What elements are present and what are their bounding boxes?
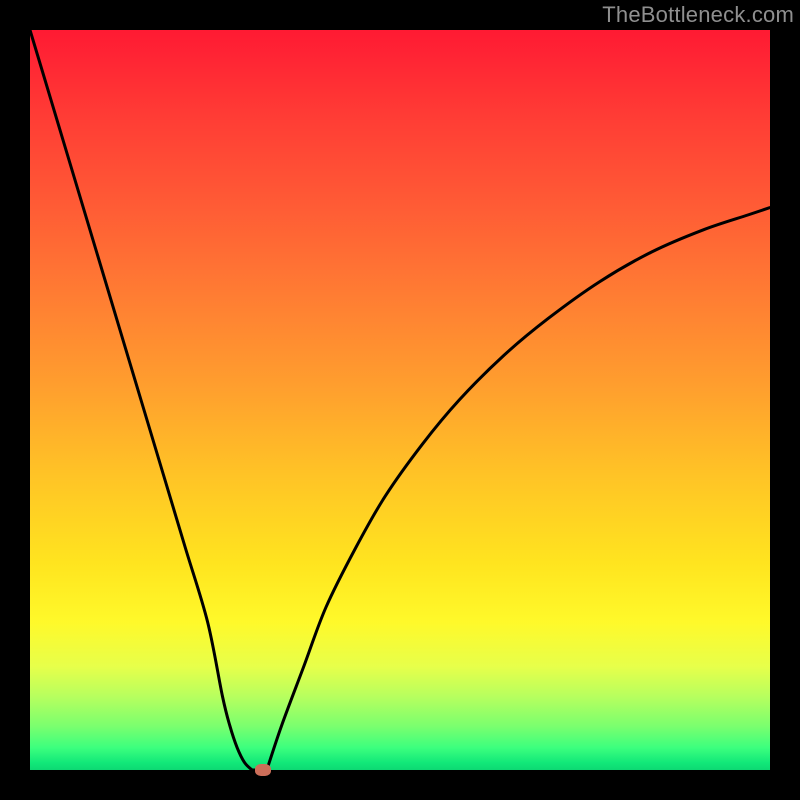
bottleneck-curve bbox=[30, 30, 770, 770]
minimum-marker bbox=[255, 764, 271, 776]
chart-frame: TheBottleneck.com bbox=[0, 0, 800, 800]
curve-path bbox=[30, 30, 770, 770]
watermark-text: TheBottleneck.com bbox=[602, 2, 794, 28]
plot-area bbox=[30, 30, 770, 770]
